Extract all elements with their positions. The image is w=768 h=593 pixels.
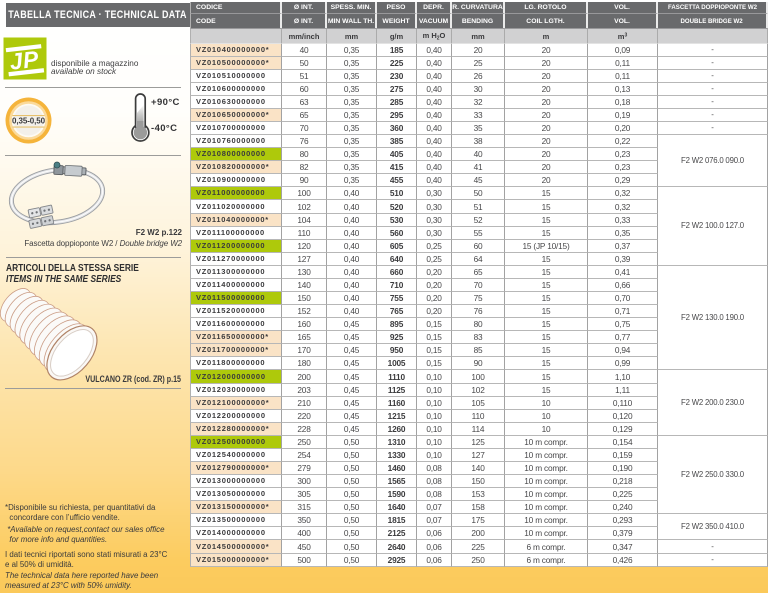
svg-text:0,35-0,50: 0,35-0,50 bbox=[12, 117, 46, 126]
